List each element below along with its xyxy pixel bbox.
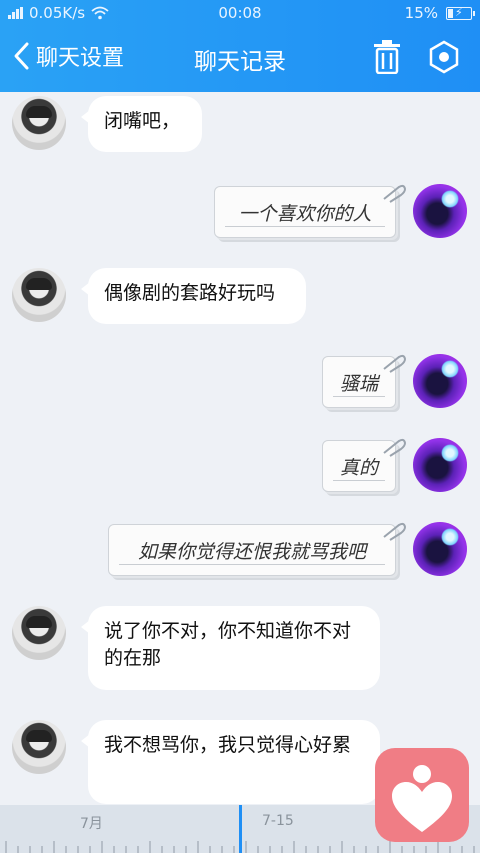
message-text: 骚瑞 xyxy=(339,372,378,395)
friend-avatar[interactable] xyxy=(12,268,66,322)
message-text: 如果你觉得还恨我就骂我吧 xyxy=(137,540,366,563)
heart-person-icon xyxy=(392,765,452,832)
battery-icon: ⚡ xyxy=(446,6,475,20)
message-text: 闭嘴吧， xyxy=(104,110,181,132)
message-bubble[interactable]: 闭嘴吧， xyxy=(81,96,202,152)
friend-avatar[interactable] xyxy=(12,606,66,660)
my-avatar[interactable] xyxy=(413,438,467,492)
nav-bar: 聊天设置 聊天记录 xyxy=(0,30,480,86)
status-bar: 0.05K/s 00:08 15% ⚡ xyxy=(0,0,480,26)
message-text: 我不想骂你，我只觉得心好累 xyxy=(104,734,352,756)
hexagon-settings-icon[interactable] xyxy=(428,40,460,74)
my-avatar[interactable] xyxy=(413,354,467,408)
message-bubble[interactable]: 我不想骂你，我只觉得心好累 xyxy=(81,720,380,804)
friend-avatar[interactable] xyxy=(12,720,66,774)
message-bubble[interactable]: 偶像剧的套路好玩吗 xyxy=(81,268,306,324)
message-note[interactable]: 如果你觉得还恨我就骂我吧 xyxy=(108,522,407,576)
friend-avatar[interactable] xyxy=(12,96,66,150)
my-avatar[interactable] xyxy=(413,184,467,238)
page-title: 聊天记录 xyxy=(194,49,286,75)
app-header: 0.05K/s 00:08 15% ⚡ 聊天设置 聊天记录 xyxy=(0,0,480,92)
message-text: 说了你不对，你不知道你不对的在那 xyxy=(104,620,352,669)
message-text: 偶像剧的套路好玩吗 xyxy=(104,282,276,304)
message-text: 真的 xyxy=(339,456,378,479)
message-text: 一个喜欢你的人 xyxy=(238,202,372,225)
my-avatar[interactable] xyxy=(413,522,467,576)
message-bubble[interactable]: 说了你不对，你不知道你不对的在那 xyxy=(81,606,380,690)
trash-icon[interactable] xyxy=(372,40,402,74)
battery-percent: 15% xyxy=(404,4,438,22)
paperclip-icon xyxy=(383,522,407,541)
paperclip-icon xyxy=(383,438,407,457)
paperclip-icon xyxy=(383,354,407,373)
message-note[interactable]: 一个喜欢你的人 xyxy=(214,184,407,238)
timeline-label: 7月 xyxy=(80,816,103,832)
paperclip-icon xyxy=(383,184,407,203)
timeline-label: 7-15 xyxy=(262,813,294,829)
timeline-cursor[interactable] xyxy=(239,805,242,853)
message-note[interactable]: 真的 xyxy=(322,438,407,492)
heart-button[interactable] xyxy=(375,748,469,842)
message-note[interactable]: 骚瑞 xyxy=(322,354,407,408)
